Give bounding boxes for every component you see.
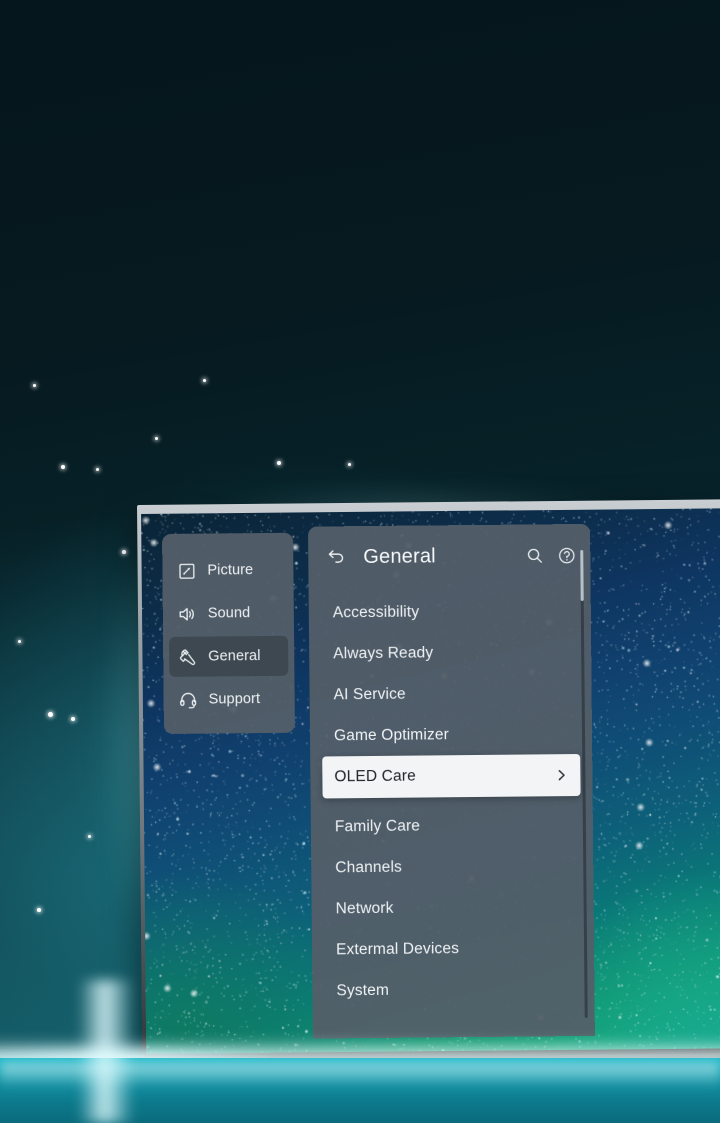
ambient-star bbox=[71, 717, 75, 721]
menu-item-label: Extermal Devices bbox=[335, 939, 460, 958]
picture-icon bbox=[177, 561, 196, 580]
settings-menu-list: Accessibility Always Ready AI Service Game … bbox=[309, 586, 595, 1012]
ambient-star bbox=[37, 908, 41, 912]
chevron-right-icon bbox=[554, 768, 568, 782]
menu-item-game-optimizer[interactable]: Game Optimizer bbox=[322, 713, 580, 756]
sidebar-item-label: General bbox=[208, 648, 261, 665]
menu-item-label: Accessibility bbox=[332, 603, 420, 621]
ambient-star bbox=[61, 465, 66, 470]
sidebar-item-label: Sound bbox=[207, 605, 251, 622]
menu-item-label: Game Optimizer bbox=[333, 725, 450, 744]
menu-item-label: System bbox=[336, 981, 390, 999]
sidebar-item-general[interactable]: General bbox=[169, 635, 289, 677]
sidebar-item-picture[interactable]: Picture bbox=[168, 550, 287, 591]
menu-item-accessibility[interactable]: Accessibility bbox=[321, 590, 579, 633]
settings-overlay: Picture Sound General Support General Ac… bbox=[162, 523, 595, 1040]
menu-item-oled-care[interactable]: OLED Care bbox=[322, 753, 581, 799]
help-icon[interactable] bbox=[556, 545, 577, 566]
ambient-star bbox=[88, 835, 92, 839]
menu-item-label: Channels bbox=[335, 858, 403, 876]
ambient-star bbox=[96, 468, 100, 472]
ambient-star bbox=[155, 437, 158, 440]
ambient-star bbox=[122, 550, 126, 554]
sidebar-item-sound[interactable]: Sound bbox=[169, 593, 288, 634]
ambient-star bbox=[277, 461, 281, 465]
wrench-icon bbox=[178, 647, 197, 666]
back-arrow-icon[interactable] bbox=[324, 545, 348, 569]
ambient-star bbox=[203, 379, 206, 382]
ambient-star bbox=[18, 640, 21, 643]
main-panel-header: General bbox=[308, 524, 591, 589]
screenshot-stage: Picture Sound General Support General Ac… bbox=[0, 0, 720, 1123]
menu-item-network[interactable]: Network bbox=[323, 886, 581, 929]
menu-item-ai-service[interactable]: AI Service bbox=[321, 672, 579, 715]
sound-icon bbox=[178, 604, 197, 623]
menu-item-label: Network bbox=[335, 899, 394, 917]
menu-item-system[interactable]: System bbox=[324, 968, 582, 1011]
sidebar-item-label: Picture bbox=[207, 562, 254, 579]
menu-item-extermal-devices[interactable]: Extermal Devices bbox=[324, 927, 582, 970]
ambient-star bbox=[33, 384, 36, 387]
sidebar-item-label: Support bbox=[208, 691, 261, 708]
sidebar-item-support[interactable]: Support bbox=[169, 679, 288, 720]
ambient-star bbox=[348, 463, 352, 467]
search-icon[interactable] bbox=[524, 545, 545, 566]
menu-scrollbar-thumb[interactable] bbox=[580, 549, 584, 602]
settings-main-panel: General Accessibility Always Ready AI Serv… bbox=[307, 523, 595, 1039]
menu-item-label: Family Care bbox=[334, 817, 421, 835]
menu-item-label: Always Ready bbox=[333, 643, 434, 662]
menu-item-family-care[interactable]: Family Care bbox=[323, 804, 581, 847]
settings-sidebar: Picture Sound General Support bbox=[162, 532, 295, 734]
page-title: General bbox=[363, 544, 436, 568]
menu-item-channels[interactable]: Channels bbox=[323, 845, 581, 888]
vertical-light-streak bbox=[78, 980, 134, 1123]
menu-item-label: OLED Care bbox=[334, 767, 416, 786]
ambient-star bbox=[48, 712, 53, 717]
menu-item-always-ready[interactable]: Always Ready bbox=[321, 631, 579, 674]
menu-item-label: AI Service bbox=[333, 685, 406, 703]
headset-icon bbox=[179, 690, 198, 709]
